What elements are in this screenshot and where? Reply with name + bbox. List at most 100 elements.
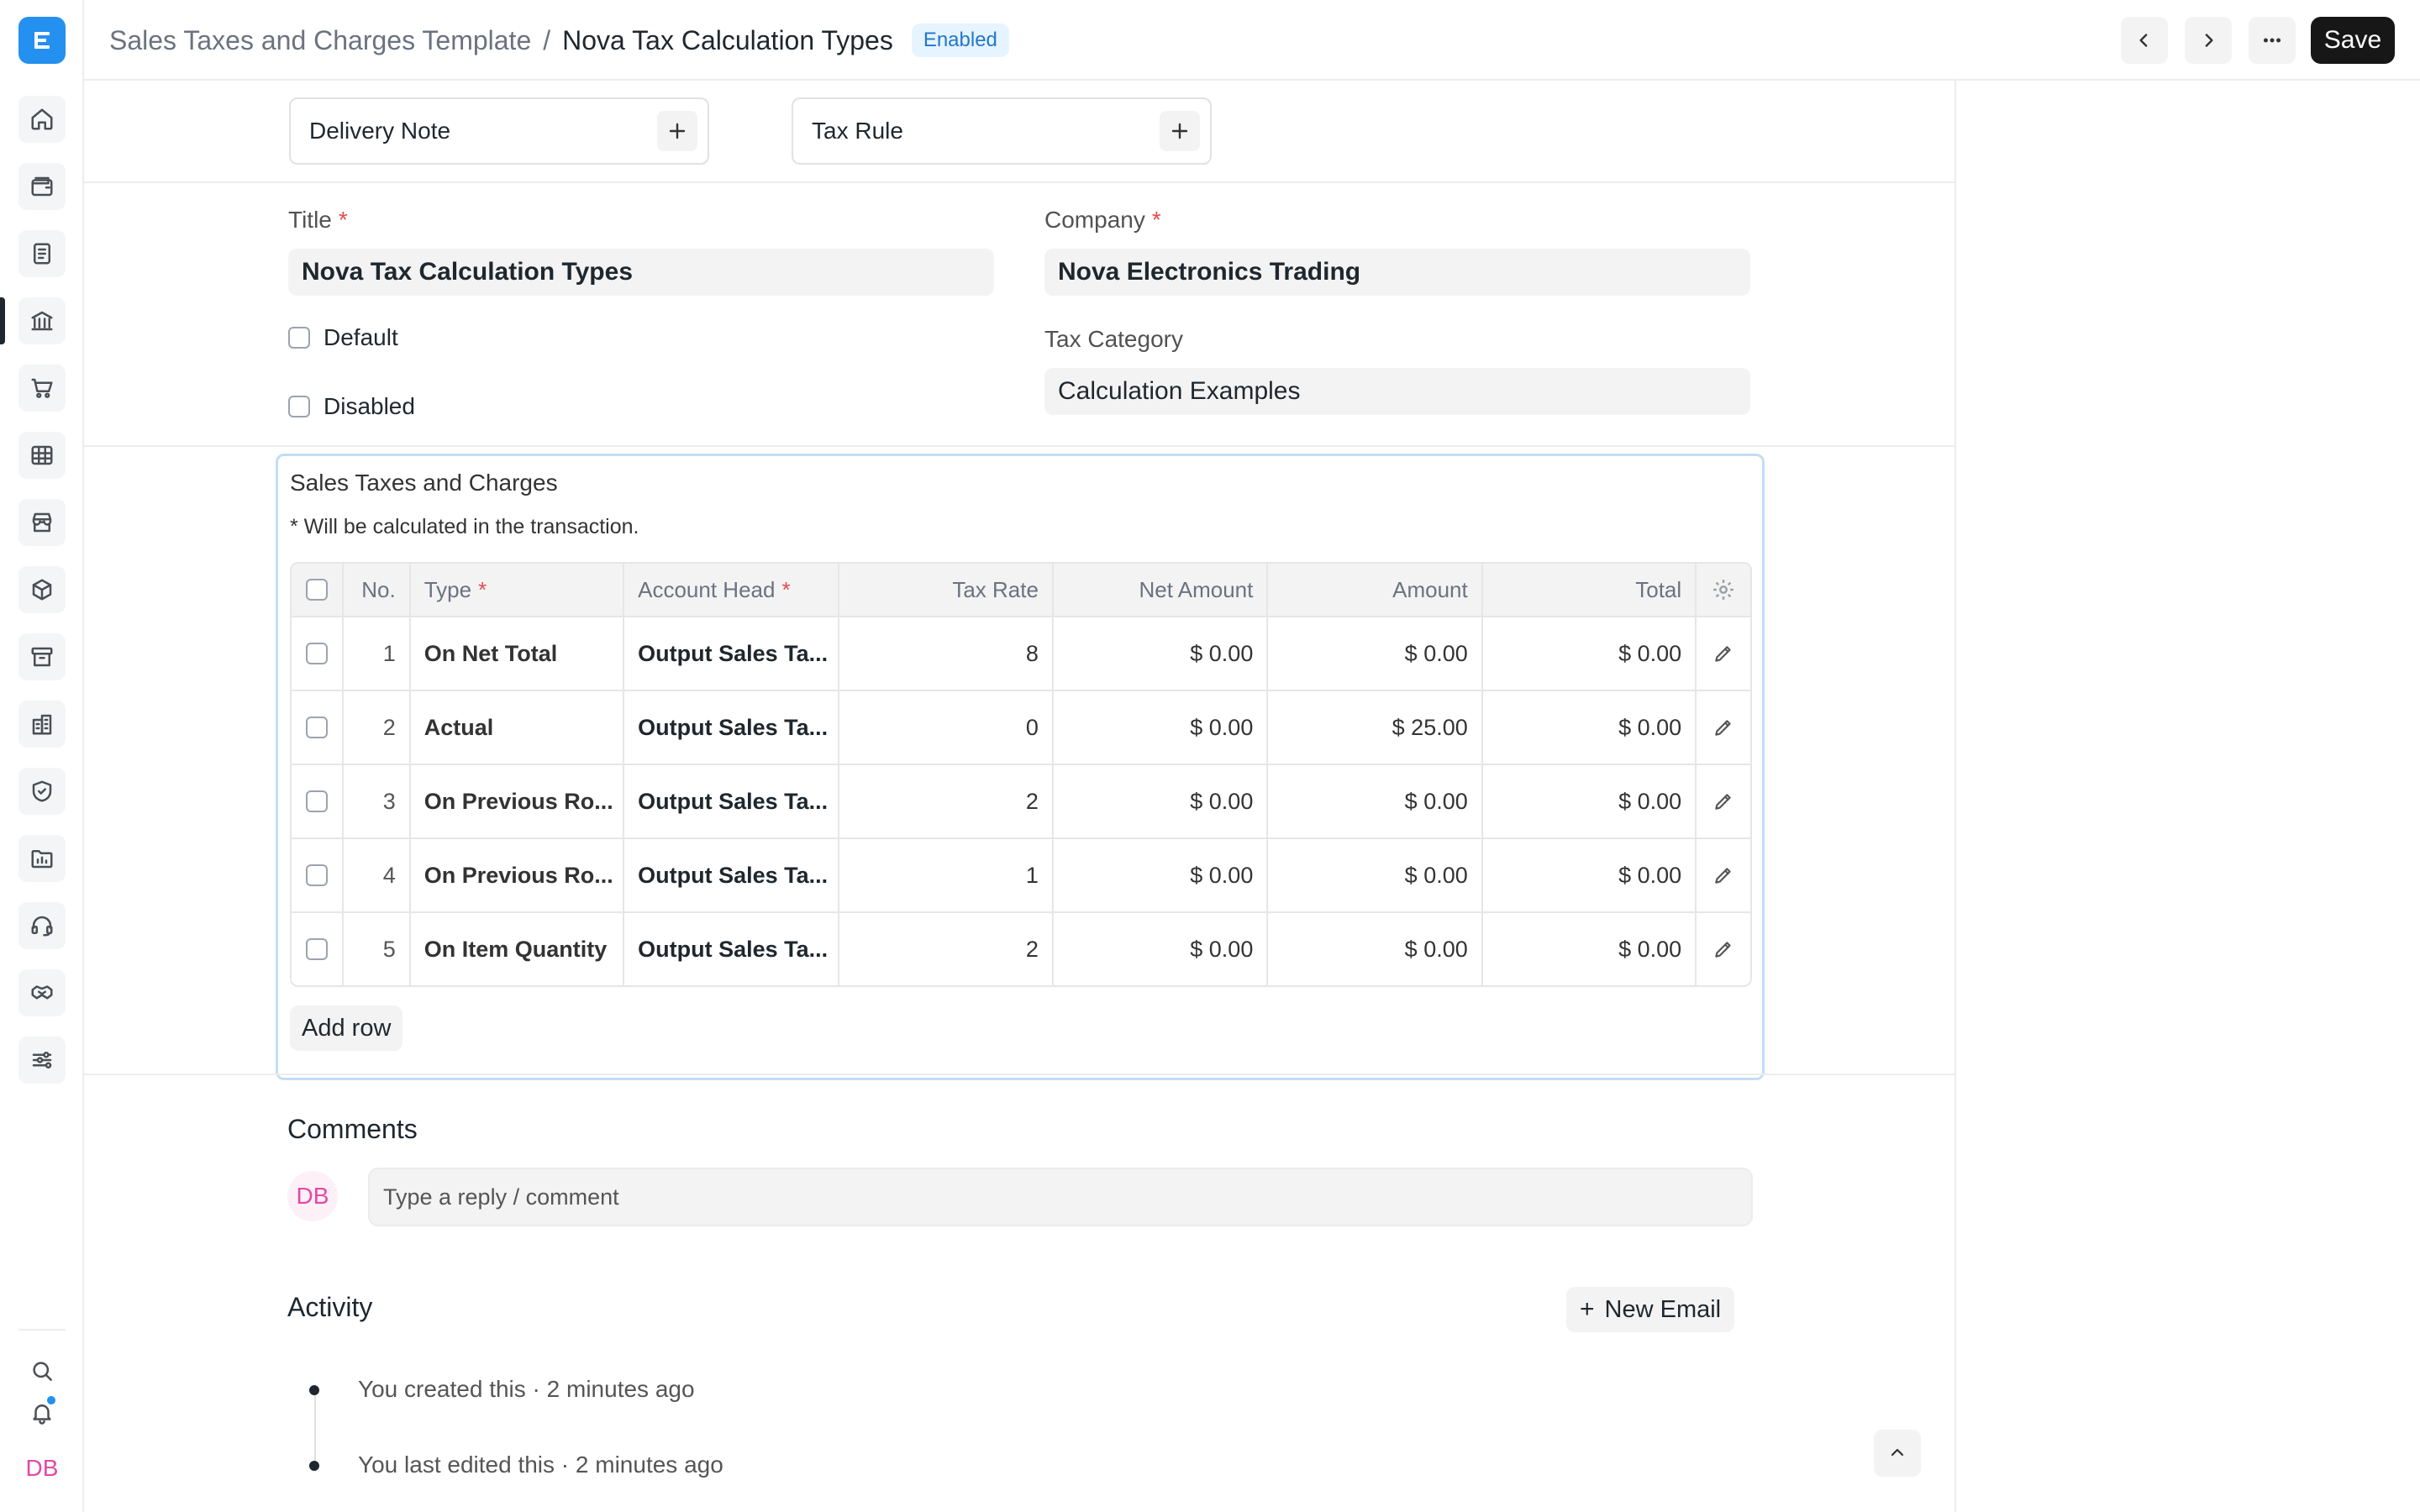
default-checkbox[interactable] bbox=[288, 327, 310, 349]
bank-icon bbox=[31, 311, 53, 331]
app-logo[interactable] bbox=[18, 17, 66, 64]
cell-amount[interactable]: $ 25.00 bbox=[1268, 691, 1483, 764]
shield-icon bbox=[32, 780, 52, 802]
add-delivery-note-button[interactable] bbox=[657, 111, 697, 151]
sidebar-item-banking[interactable] bbox=[18, 297, 66, 344]
column-settings-button[interactable] bbox=[1697, 564, 1750, 616]
cell-type[interactable]: Actual bbox=[411, 691, 625, 764]
col-amount: Amount bbox=[1268, 564, 1483, 616]
link-delivery-note[interactable]: Delivery Note bbox=[289, 97, 709, 165]
sidebar-item-quality[interactable] bbox=[18, 768, 66, 815]
sidebar-item-assets[interactable] bbox=[18, 633, 66, 680]
col-type-label: Type bbox=[424, 576, 472, 602]
sidebar-item-reports[interactable] bbox=[18, 432, 66, 479]
sidebar-item-support[interactable] bbox=[18, 902, 66, 949]
cell-type[interactable]: On Net Total bbox=[411, 617, 625, 690]
more-actions-button[interactable] bbox=[2249, 17, 2296, 64]
timeline-dot bbox=[309, 1385, 319, 1395]
cell-account-head[interactable]: Output Sales Ta... bbox=[624, 839, 839, 911]
erpnext-logo-icon bbox=[34, 32, 50, 49]
edit-row-button[interactable] bbox=[1697, 839, 1750, 911]
store-icon bbox=[32, 512, 52, 533]
cell-net-amount: $ 0.00 bbox=[1054, 765, 1269, 837]
plus-icon bbox=[669, 123, 686, 139]
cell-type[interactable]: On Previous Ro... bbox=[411, 765, 625, 837]
sidebar-search-button[interactable] bbox=[18, 1347, 66, 1394]
title-label: Title * bbox=[288, 207, 348, 234]
scroll-to-top-button[interactable] bbox=[1874, 1430, 1921, 1477]
cell-type[interactable]: On Previous Ro... bbox=[411, 839, 625, 911]
sidebar-notifications-button[interactable] bbox=[18, 1389, 66, 1436]
cell-amount[interactable]: $ 0.00 bbox=[1268, 765, 1483, 837]
row-checkbox[interactable] bbox=[305, 717, 328, 738]
sidebar-item-settings[interactable] bbox=[18, 1037, 66, 1084]
breadcrumb-parent-link[interactable]: Sales Taxes and Charges Template bbox=[109, 25, 531, 56]
cell-tax-rate[interactable]: 0 bbox=[839, 691, 1054, 764]
link-tax-rule[interactable]: Tax Rule bbox=[792, 97, 1212, 165]
table-row[interactable]: 2 Actual Output Sales Ta... 0 $ 0.00 $ 2… bbox=[292, 690, 1750, 764]
add-tax-rule-button[interactable] bbox=[1160, 111, 1200, 151]
save-button[interactable]: Save bbox=[2311, 17, 2395, 64]
cell-tax-rate[interactable]: 2 bbox=[839, 913, 1054, 985]
cell-no: 1 bbox=[344, 617, 411, 690]
cell-tax-rate[interactable]: 2 bbox=[839, 765, 1054, 837]
previous-record-button[interactable] bbox=[2121, 17, 2168, 64]
default-checkbox-row[interactable]: Default bbox=[288, 324, 398, 351]
edit-row-button[interactable] bbox=[1697, 913, 1750, 985]
sidebar-item-accounting[interactable] bbox=[18, 163, 66, 210]
table-row[interactable]: 1 On Net Total Output Sales Ta... 8 $ 0.… bbox=[292, 616, 1750, 690]
row-checkbox[interactable] bbox=[305, 938, 328, 960]
sidebar-item-manufacturing[interactable] bbox=[18, 701, 66, 748]
table-row[interactable]: 4 On Previous Ro... Output Sales Ta... 1… bbox=[292, 837, 1750, 911]
search-icon bbox=[33, 1362, 52, 1381]
comments-heading: Comments bbox=[287, 1114, 418, 1144]
page-title: Nova Tax Calculation Types bbox=[562, 24, 893, 55]
tax-category-label: Tax Category bbox=[1044, 326, 1183, 352]
cell-account-head[interactable]: Output Sales Ta... bbox=[624, 765, 839, 837]
sidebar-item-crm[interactable] bbox=[18, 969, 66, 1016]
sidebar-item-stock[interactable] bbox=[18, 566, 66, 613]
disabled-checkbox-row[interactable]: Disabled bbox=[288, 393, 415, 420]
cell-tax-rate[interactable]: 1 bbox=[839, 839, 1054, 911]
row-checkbox[interactable] bbox=[305, 864, 328, 886]
disabled-checkbox[interactable] bbox=[288, 396, 310, 417]
sidebar-item-home[interactable] bbox=[18, 96, 66, 143]
section-divider bbox=[84, 1074, 1956, 1075]
table-row[interactable]: 3 On Previous Ro... Output Sales Ta... 2… bbox=[292, 764, 1750, 837]
cell-type[interactable]: On Item Quantity bbox=[411, 913, 625, 985]
form-main: Delivery Note Tax Rule Title * Nova Tax C… bbox=[84, 81, 1956, 1512]
user-avatar[interactable]: DB bbox=[18, 1445, 66, 1492]
sidebar-item-documents[interactable] bbox=[18, 230, 66, 277]
archive-icon bbox=[31, 647, 53, 667]
tax-category-field[interactable]: Calculation Examples bbox=[1044, 368, 1750, 415]
edit-row-button[interactable] bbox=[1697, 691, 1750, 764]
next-record-button[interactable] bbox=[2185, 17, 2232, 64]
cell-account-head[interactable]: Output Sales Ta... bbox=[624, 913, 839, 985]
new-email-button[interactable]: + New Email bbox=[1566, 1287, 1735, 1332]
comment-input[interactable]: Type a reply / comment bbox=[368, 1168, 1753, 1226]
cell-amount[interactable]: $ 0.00 bbox=[1268, 617, 1483, 690]
title-field[interactable]: Nova Tax Calculation Types bbox=[288, 249, 994, 296]
company-field[interactable]: Nova Electronics Trading bbox=[1044, 249, 1750, 296]
required-mark: * bbox=[478, 576, 487, 602]
pencil-icon bbox=[1715, 794, 1731, 810]
cell-account-head[interactable]: Output Sales Ta... bbox=[624, 691, 839, 764]
sidebar-item-projects[interactable] bbox=[18, 835, 66, 882]
cell-account-head[interactable]: Output Sales Ta... bbox=[624, 617, 839, 690]
sidebar-item-buying[interactable] bbox=[18, 365, 66, 412]
table-row[interactable]: 5 On Item Quantity Output Sales Ta... 2 … bbox=[292, 911, 1750, 985]
cell-tax-rate[interactable]: 8 bbox=[839, 617, 1054, 690]
cell-amount[interactable]: $ 0.00 bbox=[1268, 839, 1483, 911]
table-header-row: No. Type * Account Head * Tax Rate Net Amo… bbox=[292, 564, 1750, 616]
row-checkbox[interactable] bbox=[305, 790, 328, 812]
edit-row-button[interactable] bbox=[1697, 765, 1750, 837]
row-checkbox[interactable] bbox=[305, 643, 328, 664]
sidebar-item-selling[interactable] bbox=[18, 499, 66, 546]
add-row-button[interactable]: Add row bbox=[290, 1005, 403, 1051]
cell-amount[interactable]: $ 0.00 bbox=[1268, 913, 1483, 985]
activity-item: You created this · 2 minutes ago bbox=[358, 1376, 695, 1402]
section-divider bbox=[84, 181, 1956, 183]
edit-row-button[interactable] bbox=[1697, 617, 1750, 690]
activity-item: You last edited this · 2 minutes ago bbox=[358, 1452, 723, 1478]
select-all-checkbox[interactable] bbox=[305, 579, 328, 601]
